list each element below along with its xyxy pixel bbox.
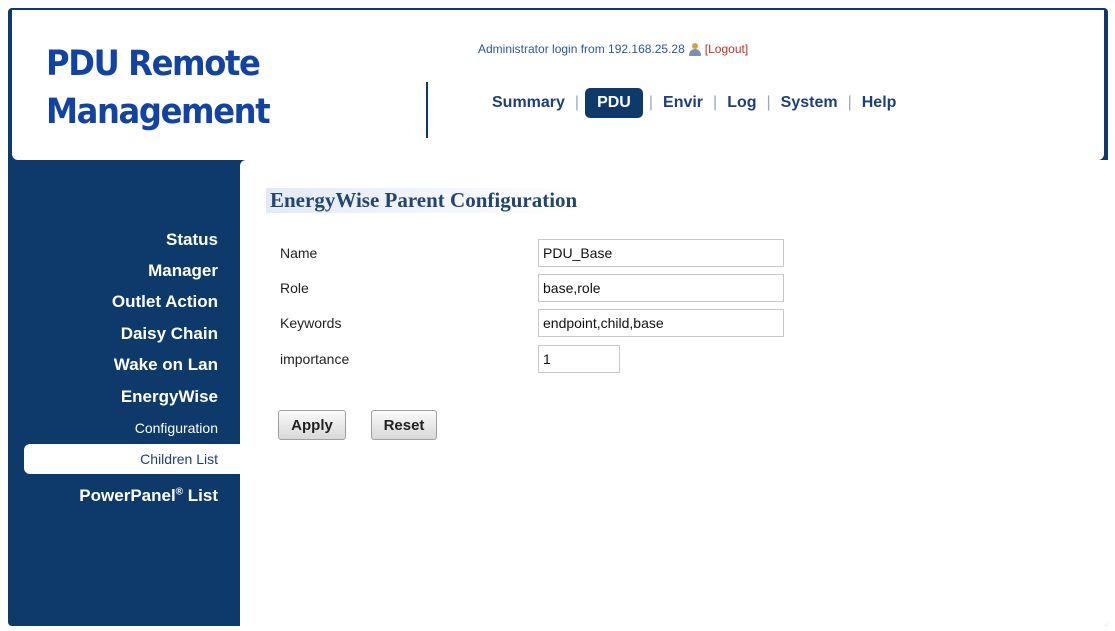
header-divider xyxy=(426,82,428,138)
logo-line-1: PDU Remote xyxy=(46,44,261,84)
role-input[interactable] xyxy=(538,274,784,302)
powerpanel-label: PowerPanel xyxy=(79,486,176,505)
name-input[interactable] xyxy=(538,239,784,267)
importance-input[interactable] xyxy=(538,345,620,373)
app-frame: PDU Remote Management Administrator logi… xyxy=(8,8,1108,626)
logout-link[interactable]: [Logout] xyxy=(705,42,748,56)
sidebar-item-manager[interactable]: Manager xyxy=(148,261,218,281)
sidebar: Status Manager Outlet Action Daisy Chain… xyxy=(8,160,240,626)
login-info: Administrator login from 192.168.25.28 [… xyxy=(478,42,748,56)
logo-line-2: Management xyxy=(46,92,271,132)
nav-separator: | xyxy=(574,94,580,111)
nav-summary[interactable]: Summary xyxy=(482,94,575,112)
sidebar-item-outlet-action[interactable]: Outlet Action xyxy=(112,292,218,312)
sidebar-item-status[interactable]: Status xyxy=(166,230,218,250)
sidebar-item-wake-on-lan[interactable]: Wake on Lan xyxy=(114,355,218,375)
importance-label: importance xyxy=(280,351,350,367)
nav-envir[interactable]: Envir xyxy=(653,94,713,112)
main-nav: Summary | PDU | Envir | Log | System | H… xyxy=(482,88,906,118)
page-title: EnergyWise Parent Configuration xyxy=(266,188,582,213)
main-content: EnergyWise Parent Configuration Name Rol… xyxy=(240,160,1108,626)
powerpanel-suffix: List xyxy=(183,486,218,505)
keywords-input[interactable] xyxy=(538,309,784,337)
nav-help[interactable]: Help xyxy=(852,94,907,112)
logo: PDU Remote Management xyxy=(46,40,271,136)
role-label: Role xyxy=(280,280,309,296)
nav-system[interactable]: System xyxy=(771,94,848,112)
sidebar-item-powerpanel-list[interactable]: PowerPanel® List xyxy=(79,486,218,506)
nav-log[interactable]: Log xyxy=(717,94,766,112)
header: PDU Remote Management Administrator logi… xyxy=(12,10,1104,160)
user-icon xyxy=(688,42,702,56)
reset-button[interactable]: Reset xyxy=(371,410,437,440)
sidebar-subitem-children-list[interactable]: Children List xyxy=(24,444,240,474)
name-label: Name xyxy=(280,245,318,261)
sidebar-subitem-configuration[interactable]: Configuration xyxy=(135,420,218,436)
sidebar-item-energywise[interactable]: EnergyWise xyxy=(121,387,218,407)
nav-pdu[interactable]: PDU xyxy=(585,88,643,118)
keywords-label: Keywords xyxy=(280,315,342,331)
login-text: Administrator login from 192.168.25.28 xyxy=(478,42,685,56)
sidebar-item-daisy-chain[interactable]: Daisy Chain xyxy=(121,324,218,344)
apply-button[interactable]: Apply xyxy=(278,410,346,440)
registered-mark: ® xyxy=(175,486,184,498)
